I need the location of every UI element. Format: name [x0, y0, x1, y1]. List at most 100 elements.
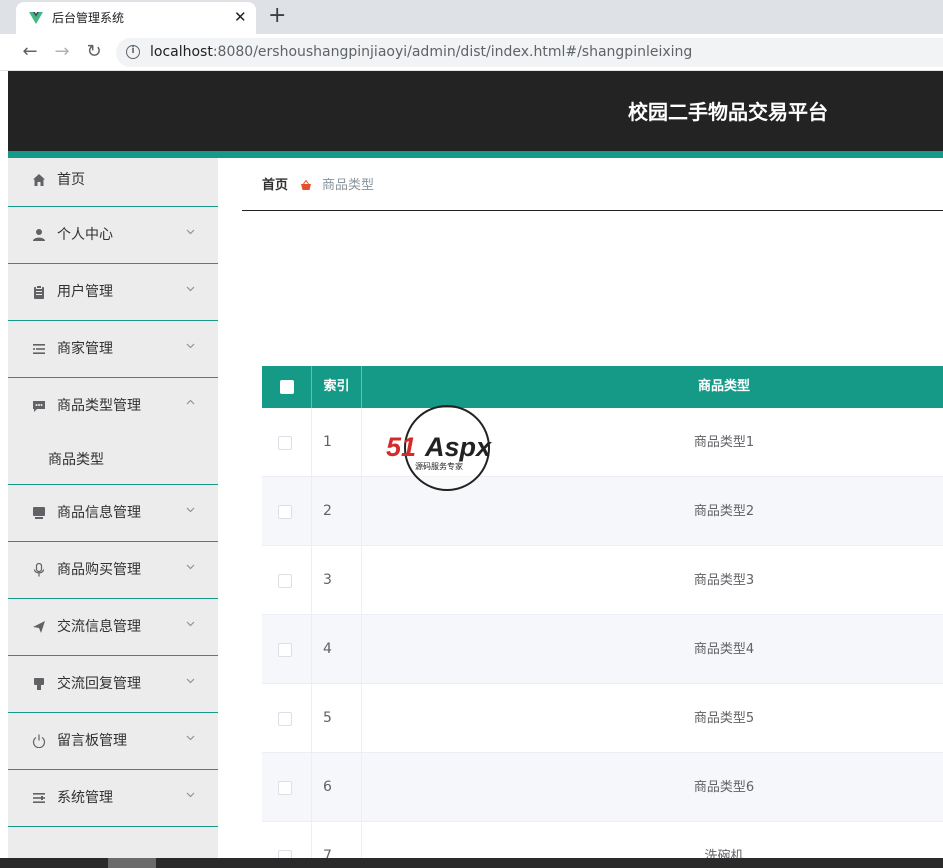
- header-accent-stripe: [8, 151, 943, 158]
- row-index: 4: [312, 615, 362, 684]
- breadcrumb-current: 商品类型: [322, 178, 375, 193]
- row-index: 1: [312, 408, 362, 477]
- basket-icon: [301, 179, 311, 190]
- table-row[interactable]: 3 商品类型3: [262, 546, 943, 615]
- row-checkbox-cell: [262, 477, 312, 546]
- svg-text:51: 51: [386, 432, 416, 462]
- watermark-logo: 51 Aspx 源码服务专家: [386, 405, 492, 491]
- url-text[interactable]: localhost:8080/ershoushangpinjiaoyi/admi…: [150, 44, 692, 61]
- chevron-down-icon: [186, 507, 195, 513]
- sidebar-item-label: 商品类型管理: [57, 398, 141, 414]
- settings-list-icon: [33, 793, 45, 803]
- sidebar-item-system-management[interactable]: 系统管理: [8, 770, 218, 827]
- url-host: localhost: [150, 44, 213, 60]
- send-icon: [33, 621, 45, 633]
- sidebar-item-message-board-management[interactable]: 留言板管理: [8, 713, 218, 770]
- breadcrumb-home[interactable]: 首页: [262, 177, 288, 195]
- marker-icon: [34, 678, 44, 690]
- chevron-down-icon: [186, 564, 195, 570]
- chevron-down-icon: [186, 343, 195, 349]
- horizontal-scrollbar[interactable]: [0, 858, 943, 868]
- browser-toolbar: ← → ↻ i localhost:8080/ershoushangpinjia…: [0, 34, 943, 71]
- table-row[interactable]: 5 商品类型5: [262, 684, 943, 753]
- sidebar-item-merchant-management[interactable]: 商家管理: [8, 321, 218, 378]
- row-product-type: 商品类型3: [693, 573, 755, 588]
- sidebar-item-personal-center[interactable]: 个人中心: [8, 207, 218, 264]
- top-header: 校园二手物品交易平台: [8, 71, 943, 151]
- reload-icon[interactable]: ↻: [82, 40, 106, 64]
- sidebar-item-exchange-reply-management[interactable]: 交流回复管理: [8, 656, 218, 713]
- column-header-index: 索引: [312, 366, 362, 408]
- clipboard-icon: [34, 285, 44, 299]
- browser-tab[interactable]: 后台管理系统 ✕: [16, 2, 256, 34]
- row-checkbox[interactable]: [278, 643, 292, 657]
- address-bar[interactable]: i localhost:8080/ershoushangpinjiaoyi/ad…: [116, 38, 943, 67]
- chevron-down-icon: [186, 621, 195, 627]
- row-checkbox-cell: [262, 615, 312, 684]
- breadcrumb: 首页 商品类型: [242, 158, 943, 211]
- svg-text:Aspx: Aspx: [424, 432, 492, 462]
- row-index: 3: [312, 546, 362, 615]
- chevron-up-icon: [186, 399, 195, 405]
- sidebar-item-label: 交流回复管理: [57, 676, 141, 692]
- row-checkbox-cell: [262, 546, 312, 615]
- list-icon: [33, 344, 45, 354]
- site-title: 校园二手物品交易平台: [628, 100, 828, 124]
- sidebar-item-exchange-info-management[interactable]: 交流信息管理: [8, 599, 218, 656]
- row-index: 2: [312, 477, 362, 546]
- tab-close-icon[interactable]: ✕: [234, 8, 247, 26]
- chevron-down-icon: [186, 286, 195, 292]
- url-path: :8080/ershoushangpinjiaoyi/admin/dist/in…: [212, 44, 693, 60]
- svg-text:源码服务专家: 源码服务专家: [415, 461, 463, 471]
- sidebar-item-label: 系统管理: [57, 790, 113, 806]
- submenu-item-product-type[interactable]: 商品类型: [48, 451, 104, 469]
- row-checkbox[interactable]: [278, 436, 292, 450]
- table-row[interactable]: 4 商品类型4: [262, 615, 943, 684]
- chevron-down-icon: [186, 735, 195, 741]
- table-row[interactable]: 6 商品类型6: [262, 753, 943, 822]
- chevron-down-icon: [186, 792, 195, 798]
- sidebar-item-product-type-management[interactable]: 商品类型管理 商品类型: [8, 378, 218, 485]
- sidebar-item-label: 个人中心: [57, 227, 113, 243]
- main-content: 首页 商品类型 索引 商品类型 1 商品类型1 2 商品类型2 3 商品类型3 …: [242, 158, 943, 868]
- sidebar-item-product-info-management[interactable]: 商品信息管理: [8, 485, 218, 542]
- home-icon: [33, 174, 45, 186]
- row-product-type: 商品类型5: [693, 711, 755, 726]
- row-checkbox-cell: [262, 408, 312, 477]
- table-row[interactable]: 2 商品类型2: [262, 477, 943, 546]
- scrollbar-thumb[interactable]: [108, 858, 156, 868]
- sidebar-item-label: 留言板管理: [57, 733, 127, 749]
- row-checkbox[interactable]: [278, 505, 292, 519]
- row-product-type: 商品类型6: [693, 780, 755, 795]
- table-header: 索引 商品类型: [262, 366, 943, 408]
- back-arrow-icon[interactable]: ←: [18, 40, 42, 64]
- tab-title: 后台管理系统: [52, 11, 125, 25]
- sidebar-item-home[interactable]: 首页: [8, 158, 218, 207]
- sidebar-item-label: 商品购买管理: [57, 562, 141, 578]
- forward-arrow-icon[interactable]: →: [50, 40, 74, 64]
- sidebar-item-label: 商家管理: [57, 341, 113, 357]
- row-checkbox-cell: [262, 684, 312, 753]
- chevron-down-icon: [186, 678, 195, 684]
- row-checkbox[interactable]: [278, 781, 292, 795]
- new-tab-icon[interactable]: +: [268, 3, 286, 29]
- sidebar-item-label: 商品信息管理: [57, 505, 141, 521]
- monitor-icon: [33, 507, 45, 519]
- sidebar-item-user-management[interactable]: 用户管理: [8, 264, 218, 321]
- chevron-down-icon: [186, 229, 195, 235]
- info-icon[interactable]: i: [126, 45, 140, 59]
- table-row[interactable]: 1 商品类型1: [262, 408, 943, 477]
- select-all-checkbox[interactable]: [280, 380, 294, 394]
- row-checkbox[interactable]: [278, 574, 292, 588]
- vue-logo-icon: [29, 12, 43, 24]
- sidebar-item-label: 用户管理: [57, 284, 113, 300]
- row-checkbox-cell: [262, 753, 312, 822]
- sidebar-item-product-purchase-management[interactable]: 商品购买管理: [8, 542, 218, 599]
- browser-tab-strip: 后台管理系统 ✕ +: [0, 0, 943, 34]
- row-index: 6: [312, 753, 362, 822]
- power-icon: [32, 734, 46, 748]
- row-product-type: 商品类型4: [693, 642, 755, 657]
- user-icon: [33, 229, 45, 241]
- row-index: 5: [312, 684, 362, 753]
- row-checkbox[interactable]: [278, 712, 292, 726]
